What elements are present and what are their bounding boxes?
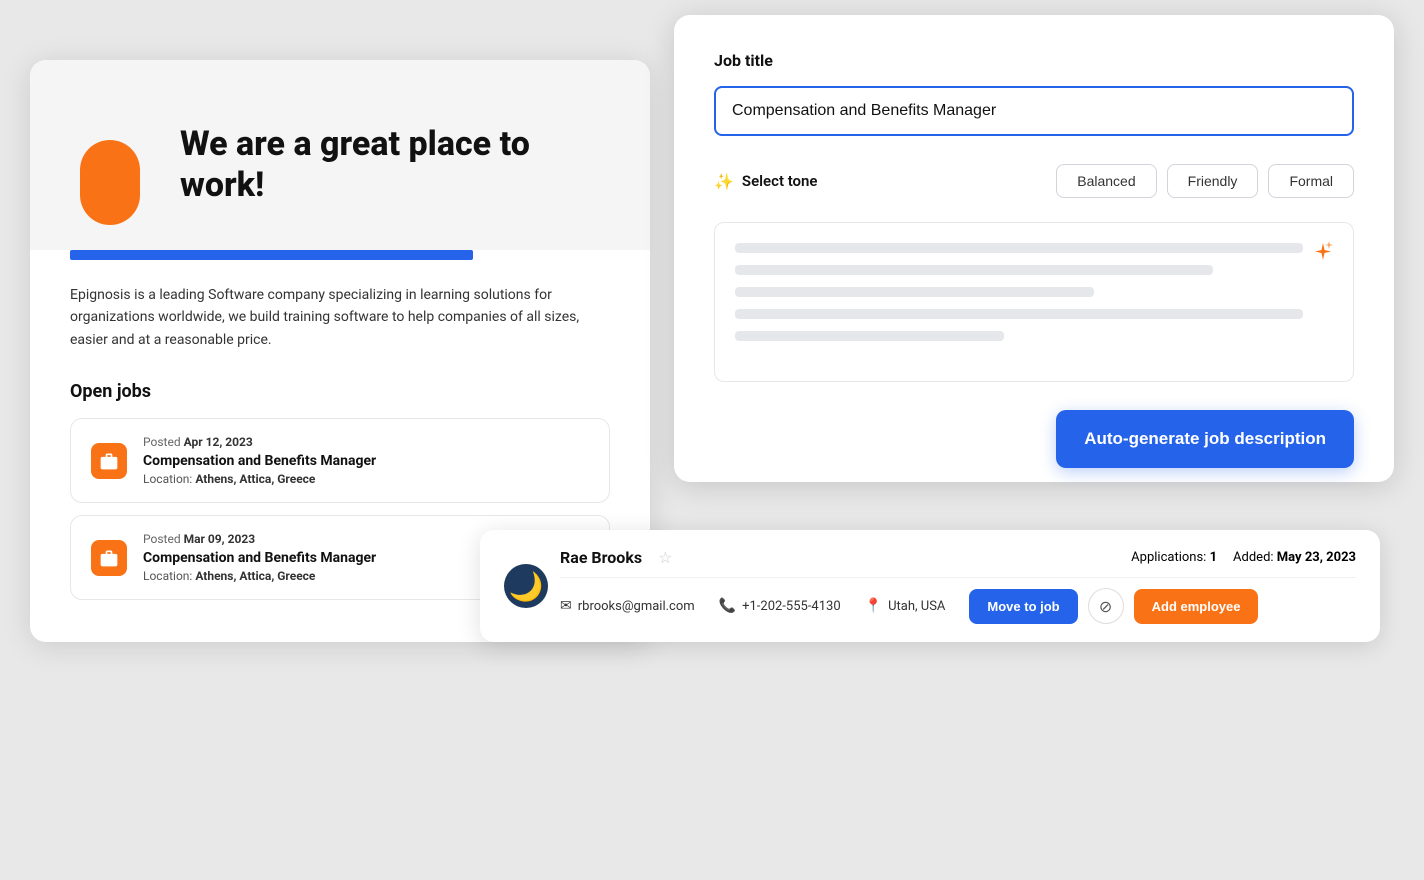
phone-item: 📞 +1-202-555-4130 xyxy=(719,598,841,614)
job-icon-1 xyxy=(91,443,127,479)
applications-label: Applications: 1 xyxy=(1131,550,1217,565)
job-date-1: Apr 12, 2023 xyxy=(184,435,253,449)
job-location-2: Location: Athens, Attica, Greece xyxy=(143,569,537,583)
added-date: May 23, 2023 xyxy=(1277,550,1356,565)
phone-icon: 📞 xyxy=(719,598,736,614)
tone-row: ✨ Select tone Balanced Friendly Formal xyxy=(714,164,1354,198)
tone-balanced[interactable]: Balanced xyxy=(1056,164,1156,198)
company-tagline: We are a great place to work! xyxy=(180,124,610,206)
tone-formal[interactable]: Formal xyxy=(1268,164,1354,198)
candidate-phone: +1-202-555-4130 xyxy=(742,599,841,614)
job-title-2: Compensation and Benefits Manager xyxy=(143,550,537,566)
candidate-name-star: Rae Brooks ☆ xyxy=(560,548,688,567)
tone-label: ✨ Select tone xyxy=(714,172,818,191)
location-item: 📍 Utah, USA xyxy=(865,598,946,614)
candidate-card: 🌙 Rae Brooks ☆ Applications: 1 Added: Ma… xyxy=(480,530,1380,642)
block-icon: ⊘ xyxy=(1099,597,1112,616)
skeleton-1 xyxy=(735,243,1303,253)
job-location-text-1: Athens, Attica, Greece xyxy=(195,472,315,486)
pin-icon: 📍 xyxy=(865,598,882,614)
job-date-2: Mar 09, 2023 xyxy=(184,532,256,546)
candidate-info-row: ✉ rbrooks@gmail.com 📞 +1-202-555-4130 📍 … xyxy=(560,598,945,614)
skeleton-2 xyxy=(735,265,1213,275)
generate-btn[interactable]: Auto-generate job description xyxy=(1056,410,1354,468)
applications-count: 1 xyxy=(1210,550,1217,565)
job-info-1: Posted Apr 12, 2023 Compensation and Ben… xyxy=(143,435,589,486)
generate-btn-wrapper: Auto-generate job description xyxy=(714,406,1354,446)
job-posted-1: Posted Apr 12, 2023 xyxy=(143,435,589,449)
job-location-text-2: Athens, Attica, Greece xyxy=(195,569,315,583)
panel-label: Job title xyxy=(714,51,1354,70)
candidate-card-inner: Rae Brooks ☆ Applications: 1 Added: May … xyxy=(560,548,1356,624)
job-title-input[interactable] xyxy=(714,86,1354,136)
skeleton-3 xyxy=(735,287,1094,297)
company-logo xyxy=(70,100,150,230)
move-to-job-button[interactable]: Move to job xyxy=(969,589,1077,624)
job-title-1: Compensation and Benefits Manager xyxy=(143,453,589,469)
job-info-2: Posted Mar 09, 2023 Compensation and Ben… xyxy=(143,532,537,583)
company-hero: We are a great place to work! xyxy=(30,60,650,250)
candidate-actions: Move to job ⊘ Add employee xyxy=(969,588,1258,624)
job-card-1[interactable]: Posted Apr 12, 2023 Compensation and Ben… xyxy=(70,418,610,503)
add-employee-button[interactable]: Add employee xyxy=(1134,589,1259,624)
job-location-1: Location: Athens, Attica, Greece xyxy=(143,472,589,486)
tone-friendly[interactable]: Friendly xyxy=(1167,164,1259,198)
candidate-name: Rae Brooks xyxy=(560,548,642,567)
skeleton-4 xyxy=(735,309,1303,319)
company-blue-bar xyxy=(70,250,473,260)
company-description: Epignosis is a leading Software company … xyxy=(30,284,650,381)
job-posted-2: Posted Mar 09, 2023 xyxy=(143,532,537,546)
candidate-top-row: Rae Brooks ☆ Applications: 1 Added: May … xyxy=(560,548,1356,567)
email-item: ✉ rbrooks@gmail.com xyxy=(560,598,695,614)
wand-icon: ✨ xyxy=(714,172,734,191)
skeleton-5 xyxy=(735,331,1004,341)
candidate-bottom-row: ✉ rbrooks@gmail.com 📞 +1-202-555-4130 📍 … xyxy=(560,577,1356,624)
top-right-meta: Applications: 1 Added: May 23, 2023 xyxy=(1131,550,1356,565)
block-button[interactable]: ⊘ xyxy=(1088,588,1124,624)
job-desc-panel: Job title ✨ Select tone Balanced Friendl… xyxy=(674,15,1394,482)
sparkle-icon xyxy=(1311,241,1335,271)
candidate-location: Utah, USA xyxy=(888,599,945,614)
candidate-email: rbrooks@gmail.com xyxy=(578,599,695,614)
star-icon[interactable]: ☆ xyxy=(658,548,672,567)
desc-preview xyxy=(714,222,1354,382)
candidate-avatar: 🌙 xyxy=(504,564,548,608)
avatar-emoji: 🌙 xyxy=(509,570,544,603)
tone-buttons: Balanced Friendly Formal xyxy=(1056,164,1354,198)
envelope-icon: ✉ xyxy=(560,598,572,614)
added-label: Added: May 23, 2023 xyxy=(1233,550,1356,565)
open-jobs-title: Open jobs xyxy=(70,381,610,402)
job-icon-2 xyxy=(91,540,127,576)
